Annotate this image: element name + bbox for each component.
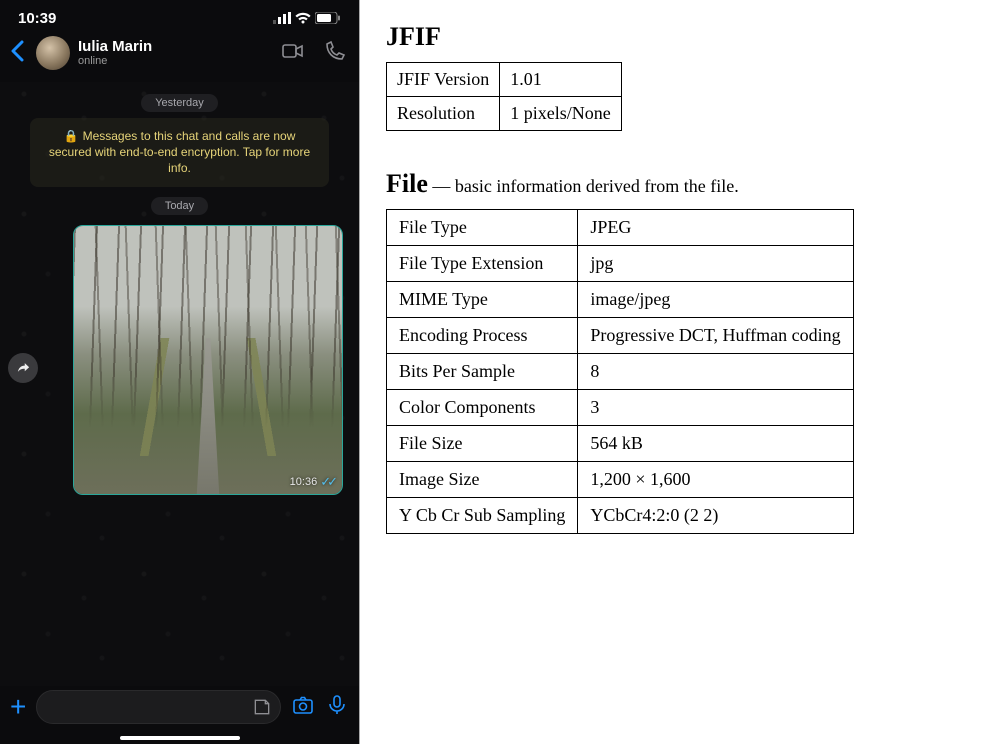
message-input[interactable] <box>36 690 281 724</box>
table-row: MIME Typeimage/jpeg <box>387 282 854 318</box>
meta-value: jpg <box>578 246 853 282</box>
metadata-panel: JFIF JFIF Version1.01Resolution1 pixels/… <box>360 0 1000 744</box>
message-timestamp: 10:36 ✓✓ <box>290 474 334 490</box>
meta-key: Encoding Process <box>387 318 578 354</box>
video-call-button[interactable] <box>281 39 305 68</box>
status-time: 10:39 <box>18 10 56 27</box>
jfif-heading: JFIF <box>386 22 974 52</box>
meta-value: 564 kB <box>578 426 853 462</box>
table-row: Encoding ProcessProgressive DCT, Huffman… <box>387 318 854 354</box>
meta-value: 1.01 <box>500 63 622 97</box>
chat-header: Iulia Marin online <box>0 30 359 80</box>
file-heading: File <box>386 169 428 198</box>
home-indicator[interactable] <box>120 736 240 740</box>
table-row: JFIF Version1.01 <box>387 63 622 97</box>
voice-call-button[interactable] <box>323 39 347 68</box>
file-subtitle: — basic information derived from the fil… <box>428 176 739 196</box>
meta-value: 8 <box>578 354 853 390</box>
meta-value: 1 pixels/None <box>500 97 622 131</box>
image-message[interactable]: 10:36 ✓✓ <box>73 225 343 495</box>
back-button[interactable] <box>6 38 28 69</box>
day-separator-yesterday: Yesterday <box>141 94 218 112</box>
day-separator-today: Today <box>151 197 208 215</box>
forward-button[interactable] <box>8 353 38 383</box>
wifi-icon <box>295 12 311 24</box>
lock-icon: 🔒 <box>64 129 79 143</box>
meta-value: Progressive DCT, Huffman coding <box>578 318 853 354</box>
sticker-icon[interactable] <box>252 697 272 722</box>
table-row: Color Components3 <box>387 390 854 426</box>
meta-key: File Size <box>387 426 578 462</box>
encryption-banner[interactable]: 🔒Messages to this chat and calls are now… <box>30 118 329 187</box>
encryption-text: Messages to this chat and calls are now … <box>49 129 310 175</box>
chat-body[interactable]: Yesterday 🔒Messages to this chat and cal… <box>0 82 359 686</box>
phone-screenshot: 10:39 Iulia Marin online Yesterday 🔒Me <box>0 0 360 744</box>
meta-key: Y Cb Cr Sub Sampling <box>387 498 578 534</box>
table-row: File Type Extensionjpg <box>387 246 854 282</box>
attach-button[interactable]: + <box>10 691 26 723</box>
table-row: File Size564 kB <box>387 426 854 462</box>
status-icons <box>273 12 341 24</box>
table-row: Bits Per Sample8 <box>387 354 854 390</box>
meta-value: JPEG <box>578 210 853 246</box>
contact-name: Iulia Marin <box>78 39 273 56</box>
meta-key: File Type <box>387 210 578 246</box>
meta-value: image/jpeg <box>578 282 853 318</box>
jfif-table: JFIF Version1.01Resolution1 pixels/None <box>386 62 622 131</box>
read-ticks-icon: ✓✓ <box>320 474 334 490</box>
battery-icon <box>315 12 341 24</box>
avatar[interactable] <box>36 36 70 70</box>
table-row: Resolution1 pixels/None <box>387 97 622 131</box>
cellular-icon <box>273 12 291 24</box>
table-row: File TypeJPEG <box>387 210 854 246</box>
meta-key: Image Size <box>387 462 578 498</box>
photo-overlay <box>74 226 342 494</box>
file-table: File TypeJPEGFile Type ExtensionjpgMIME … <box>386 209 854 534</box>
camera-button[interactable] <box>291 693 315 722</box>
meta-value: YCbCr4:2:0 (2 2) <box>578 498 853 534</box>
meta-key: Color Components <box>387 390 578 426</box>
table-row: Image Size1,200 × 1,600 <box>387 462 854 498</box>
meta-key: File Type Extension <box>387 246 578 282</box>
mic-button[interactable] <box>325 693 349 722</box>
meta-key: MIME Type <box>387 282 578 318</box>
meta-key: JFIF Version <box>387 63 500 97</box>
contact-name-block[interactable]: Iulia Marin online <box>78 39 273 68</box>
meta-value: 3 <box>578 390 853 426</box>
table-row: Y Cb Cr Sub SamplingYCbCr4:2:0 (2 2) <box>387 498 854 534</box>
meta-key: Bits Per Sample <box>387 354 578 390</box>
meta-key: Resolution <box>387 97 500 131</box>
contact-status: online <box>78 55 273 67</box>
meta-value: 1,200 × 1,600 <box>578 462 853 498</box>
status-bar: 10:39 <box>0 0 359 30</box>
